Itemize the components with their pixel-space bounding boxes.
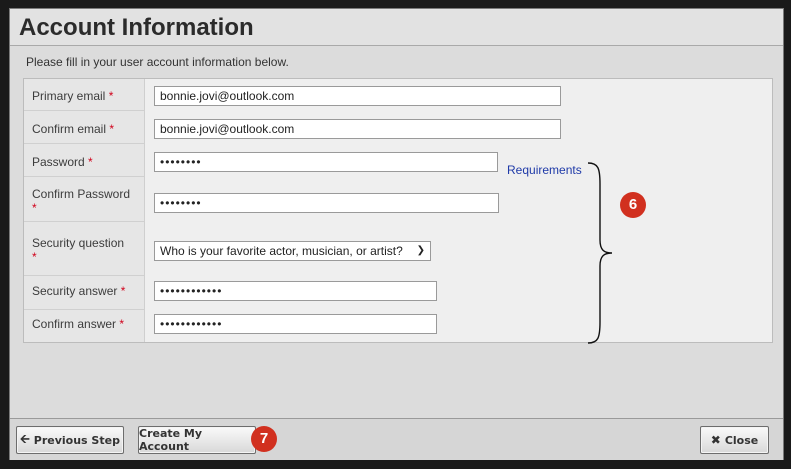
confirm-password-label: Confirm Password * bbox=[32, 187, 131, 215]
x-close-icon: ✖ bbox=[710, 433, 721, 447]
security-question-label: Security question * bbox=[32, 236, 125, 264]
required-marker: * bbox=[88, 155, 93, 169]
password-label: Password * bbox=[32, 155, 93, 169]
row-divider bbox=[24, 143, 144, 144]
required-marker: * bbox=[119, 317, 125, 331]
row-divider bbox=[24, 176, 144, 177]
primary-email-label: Primary email * bbox=[32, 89, 114, 103]
row-divider bbox=[24, 221, 144, 222]
arrow-left-icon: 🡨 bbox=[20, 431, 30, 446]
create-my-account-button[interactable]: Create My Account bbox=[138, 426, 256, 454]
password-input[interactable] bbox=[154, 152, 498, 172]
close-button[interactable]: ✖ Close bbox=[700, 426, 769, 454]
dialog-title: Account Information bbox=[19, 14, 254, 41]
chevron-down-icon: ❯ bbox=[416, 245, 425, 256]
confirm-password-input[interactable] bbox=[154, 193, 499, 213]
security-answer-label: Security answer * bbox=[32, 284, 126, 298]
primary-email-input[interactable] bbox=[154, 86, 561, 106]
confirm-answer-label: Confirm answer * bbox=[32, 317, 125, 331]
row-divider bbox=[24, 309, 144, 310]
previous-step-button[interactable]: 🡨 Previous Step bbox=[16, 426, 124, 454]
security-answer-input[interactable] bbox=[154, 281, 437, 301]
required-marker: * bbox=[108, 89, 114, 103]
curly-brace-icon bbox=[587, 162, 613, 344]
confirm-email-label: Confirm email * bbox=[32, 122, 115, 136]
confirm-answer-input[interactable] bbox=[154, 314, 437, 334]
dialog-footer: 🡨 Previous Step Create My Account ✖ Clos… bbox=[10, 418, 783, 460]
password-requirements-link[interactable]: Requirements bbox=[507, 163, 582, 177]
row-divider bbox=[24, 275, 144, 276]
callout-badge-6: 6 bbox=[620, 192, 646, 218]
row-divider bbox=[24, 110, 144, 111]
required-marker: * bbox=[32, 201, 37, 215]
confirm-email-input[interactable] bbox=[154, 119, 561, 139]
instructions-text: Please fill in your user account informa… bbox=[26, 55, 289, 69]
required-marker: * bbox=[109, 122, 115, 136]
security-question-select[interactable]: Who is your favorite actor, musician, or… bbox=[154, 241, 431, 261]
callout-badge-7: 7 bbox=[251, 426, 277, 452]
dialog-header: Account Information bbox=[10, 9, 783, 46]
required-marker: * bbox=[32, 250, 37, 264]
account-form: Primary email * Confirm email * Password… bbox=[23, 78, 773, 344]
account-information-dialog: Account Information Please fill in your … bbox=[9, 8, 784, 460]
required-marker: * bbox=[120, 284, 126, 298]
